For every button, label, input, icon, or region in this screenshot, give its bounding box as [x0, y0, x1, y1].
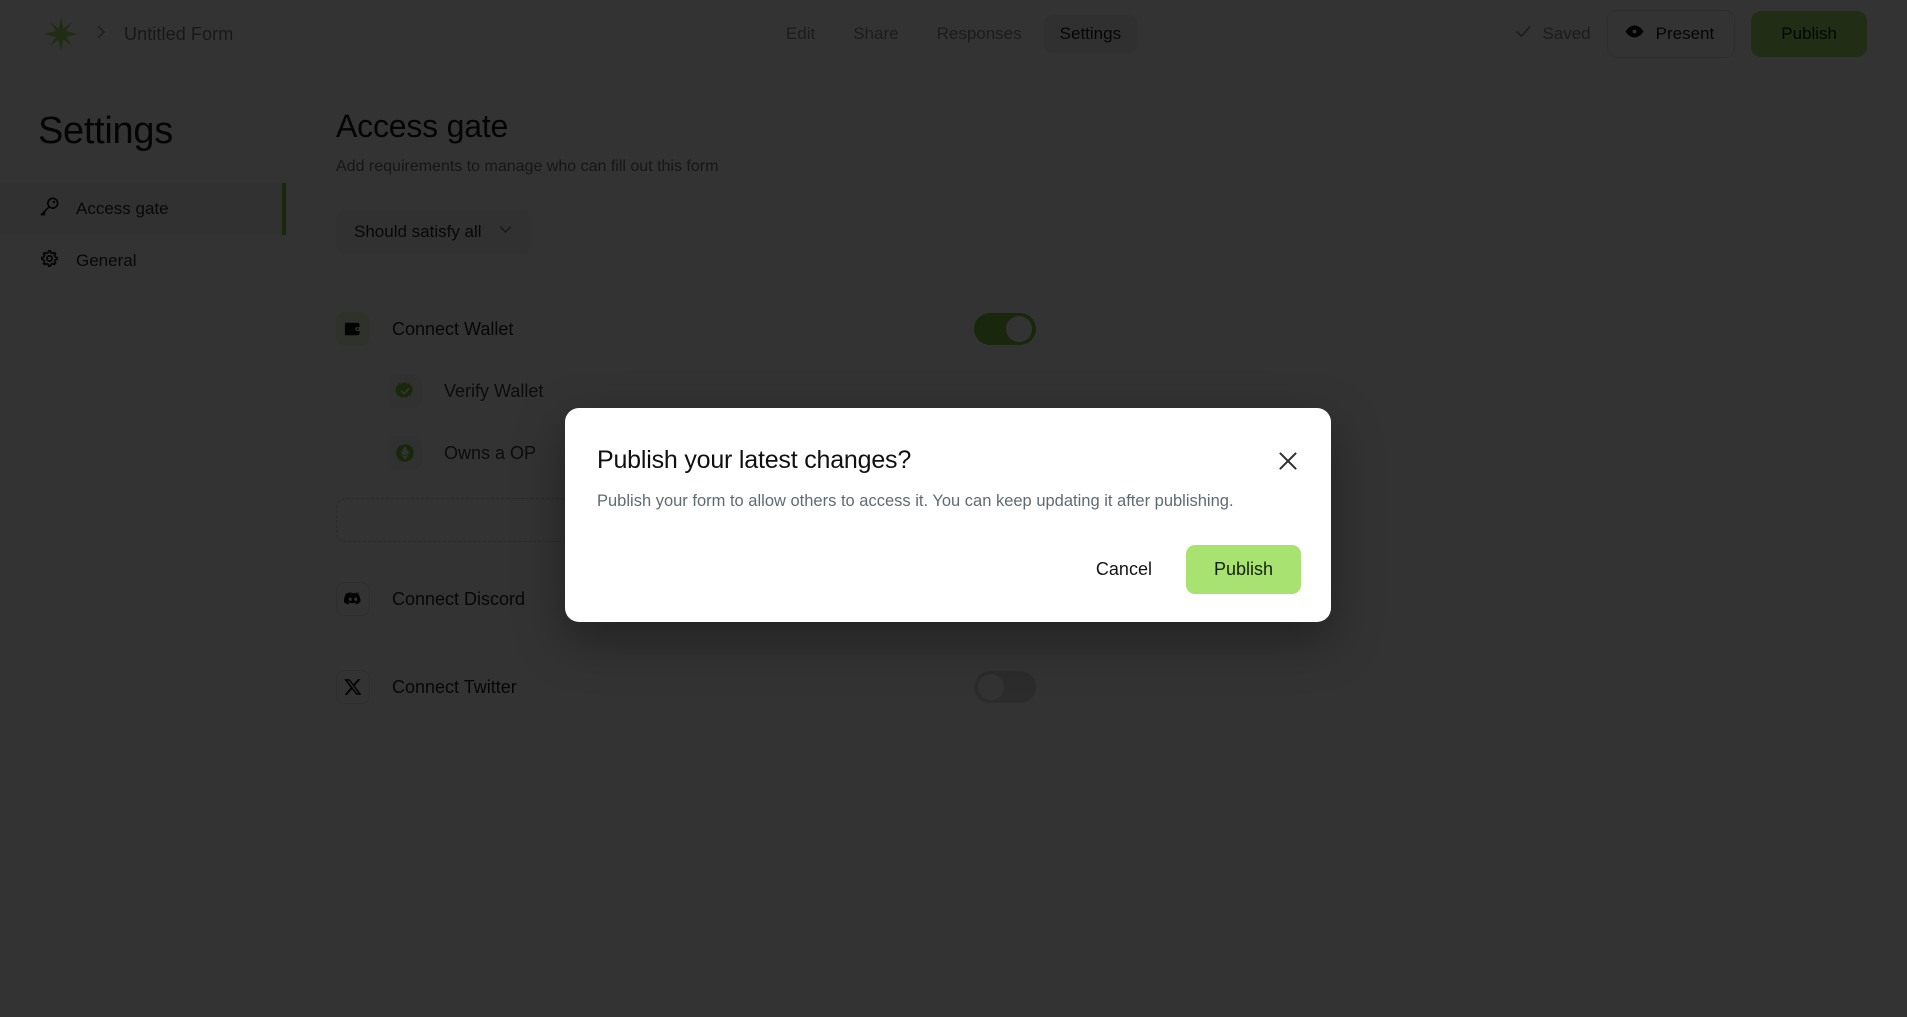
publish-confirm-modal: Publish your latest changes? Publish you…: [565, 408, 1331, 622]
close-icon[interactable]: [1275, 448, 1301, 474]
modal-actions: Cancel Publish: [597, 545, 1301, 594]
publish-button[interactable]: Publish: [1185, 545, 1301, 594]
modal-title: Publish your latest changes?: [597, 446, 912, 474]
cancel-button[interactable]: Cancel: [1078, 547, 1170, 592]
modal-body-text: Publish your form to allow others to acc…: [597, 492, 1234, 510]
modal-header: Publish your latest changes?: [597, 446, 1301, 475]
